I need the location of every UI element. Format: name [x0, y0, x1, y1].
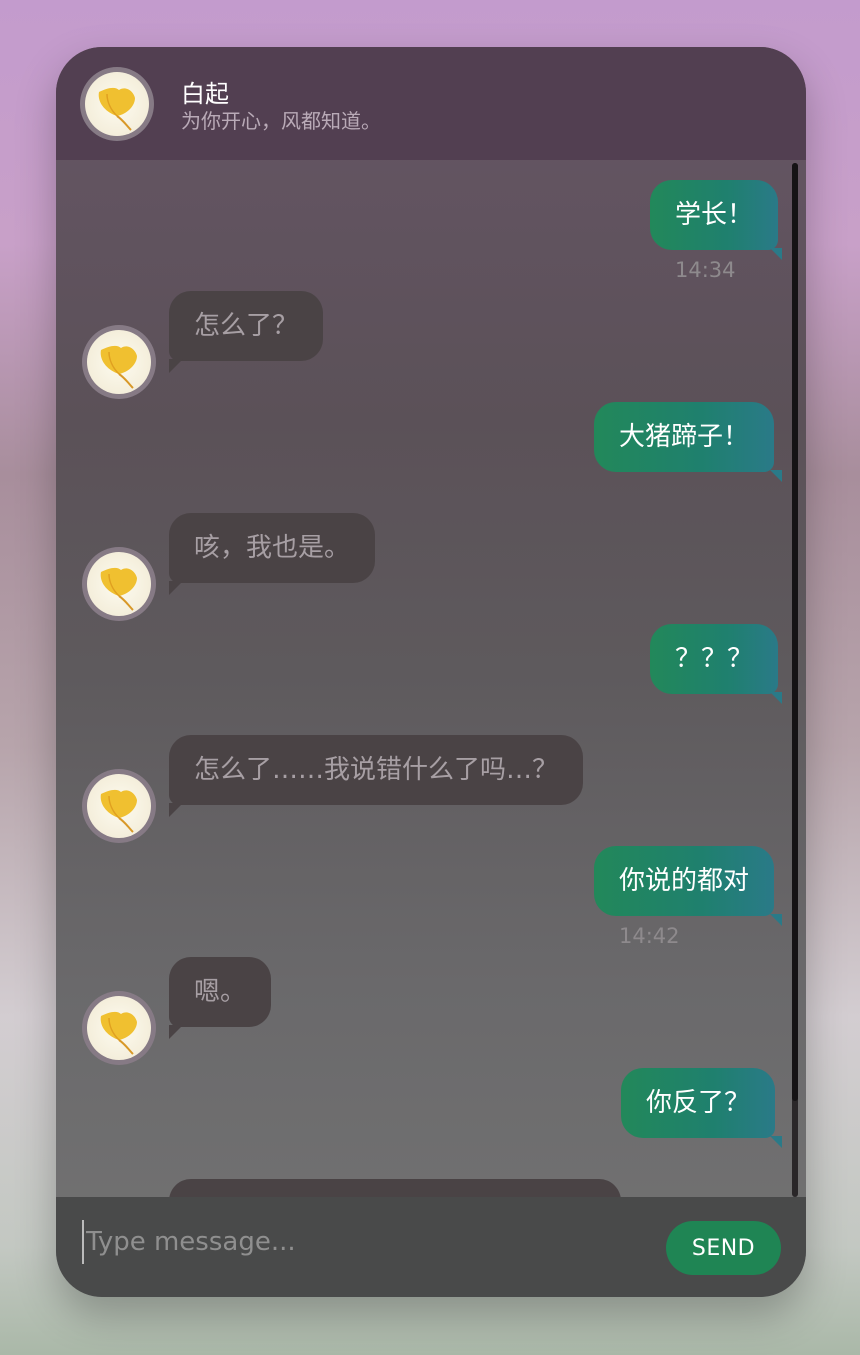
chat-header: 白起 为你开心，风都知道。	[56, 47, 806, 160]
message-timestamp: 14:42	[619, 924, 680, 948]
message-bubble-incoming: 嗯。	[169, 957, 272, 1027]
ginkgo-leaf-icon	[87, 996, 151, 1060]
contact-avatar[interactable]	[82, 325, 156, 399]
message-bubble-incoming-partial	[169, 1179, 621, 1197]
contact-avatar[interactable]	[82, 547, 156, 621]
message-bubble-incoming: 怎么了？	[169, 291, 324, 361]
contact-avatar[interactable]	[80, 67, 154, 141]
ginkgo-leaf-icon	[87, 330, 151, 394]
message-list[interactable]: 学长！ 14:34 怎么了？ 大猪蹄子！ 咳，我也是。 ？？？ 怎么了……我说错…	[56, 160, 806, 1197]
bubble-tail	[770, 692, 782, 704]
contact-avatar[interactable]	[82, 769, 156, 843]
bubble-tail	[770, 1136, 782, 1148]
message-bubble-outgoing: 你反了？	[621, 1068, 776, 1138]
message-bubble-outgoing: ？？？	[650, 624, 779, 694]
contact-avatar[interactable]	[82, 991, 156, 1065]
bubble-tail	[169, 1025, 183, 1039]
bubble-tail	[169, 359, 183, 373]
scrollbar-thumb[interactable]	[792, 163, 798, 1101]
message-bubble-incoming: 怎么了……我说错什么了吗…？	[169, 735, 584, 805]
bubble-tail	[770, 470, 782, 482]
ginkgo-leaf-icon	[87, 774, 151, 838]
message-input[interactable]	[82, 1220, 648, 1264]
contact-name: 白起	[181, 80, 229, 108]
message-bubble-outgoing: 学长！	[650, 180, 779, 250]
ginkgo-leaf-icon	[85, 72, 149, 136]
bubble-tail	[169, 581, 183, 595]
bubble-tail	[770, 914, 782, 926]
bubble-tail	[770, 248, 782, 260]
message-bubble-outgoing: 你说的都对	[594, 846, 775, 916]
ginkgo-leaf-icon	[87, 552, 151, 616]
composer-bar: SEND	[56, 1197, 806, 1297]
contact-status: 为你开心，风都知道。	[181, 109, 381, 133]
message-bubble-incoming: 咳，我也是。	[169, 513, 376, 583]
message-bubble-outgoing: 大猪蹄子！	[594, 402, 775, 472]
send-button[interactable]: SEND	[666, 1221, 781, 1275]
message-timestamp: 14:34	[675, 258, 736, 282]
bubble-tail	[169, 803, 183, 817]
chat-window: 白起 为你开心，风都知道。 学长！ 14:34 怎么了？ 大猪蹄子！ 咳，我也是…	[56, 47, 806, 1297]
